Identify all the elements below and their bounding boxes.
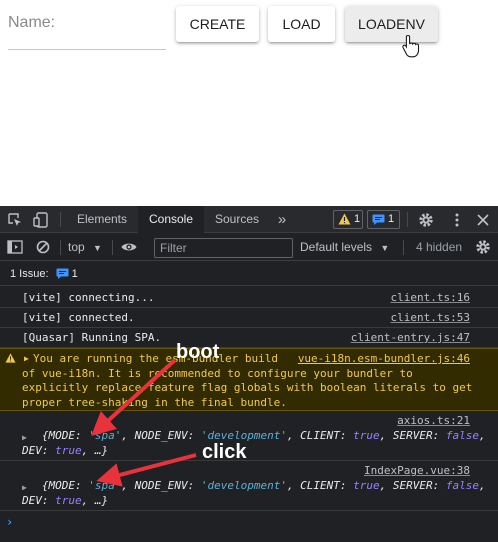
annotation-layer <box>91 358 197 487</box>
click-arrow <box>96 453 197 487</box>
boot-arrow <box>91 358 177 437</box>
click-annotation: click <box>202 441 247 463</box>
boot-annotation: boot <box>176 341 220 363</box>
